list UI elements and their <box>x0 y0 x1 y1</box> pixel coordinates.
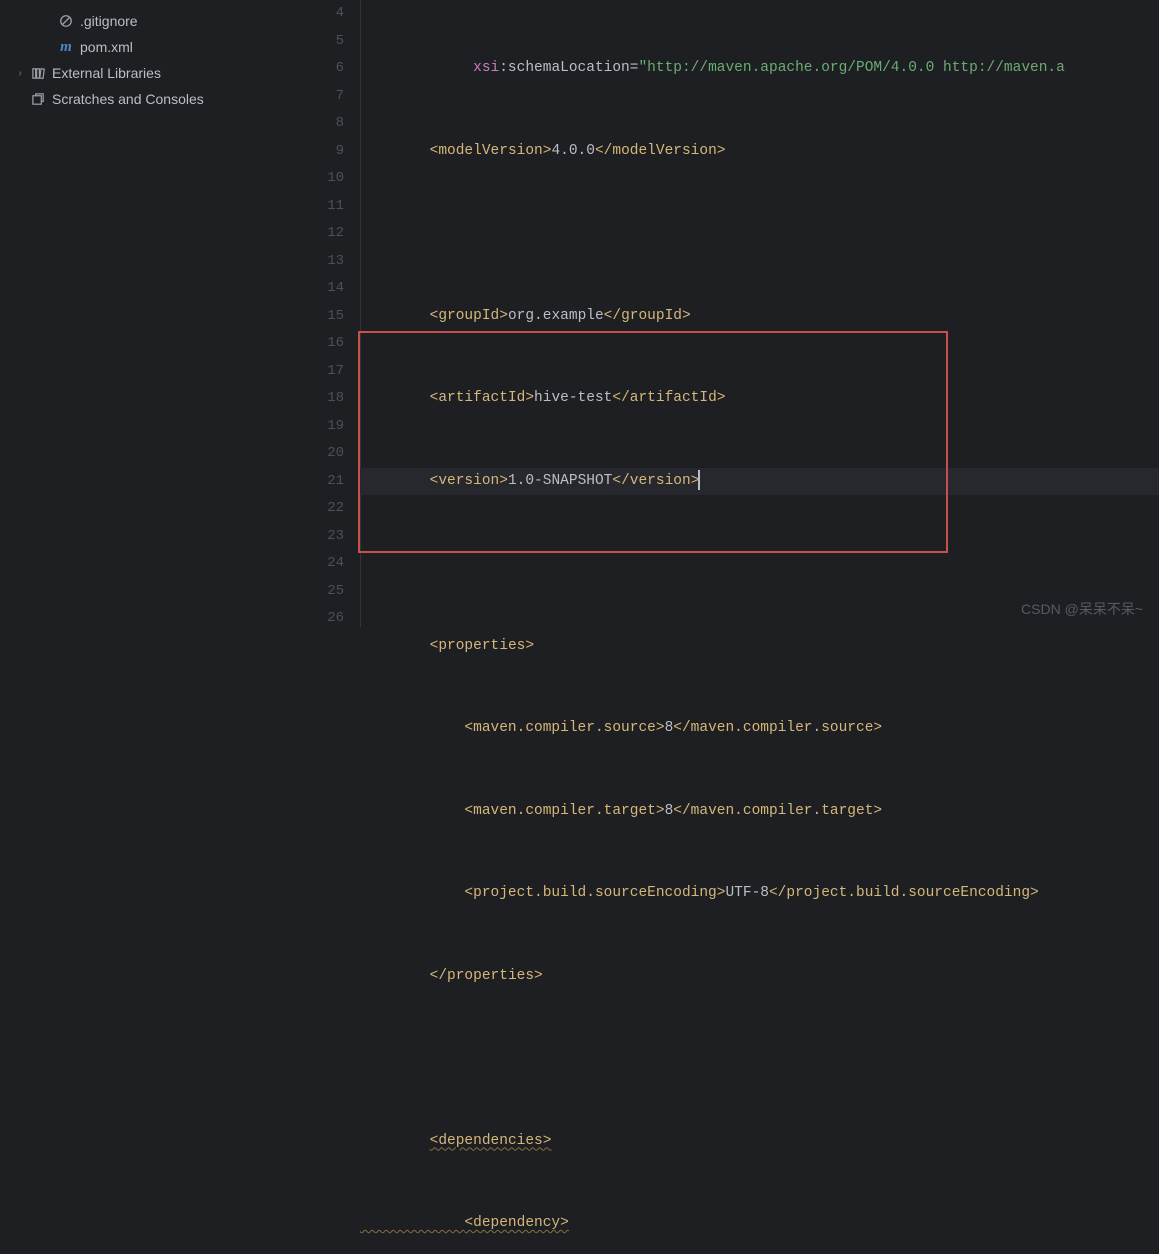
code-line-12: <maven.compiler.source>8</maven.compiler… <box>360 715 1159 743</box>
line-number: 9 <box>300 138 344 166</box>
code-line-10 <box>360 550 1159 578</box>
chevron-right-icon: › <box>12 68 28 79</box>
code-line-14: <project.build.sourceEncoding>UTF-8</pro… <box>360 880 1159 908</box>
code-line-4: xsi:schemaLocation="http://maven.apache.… <box>360 55 1159 83</box>
gitignore-icon <box>56 14 76 28</box>
tree-item-scratches[interactable]: Scratches and Consoles <box>0 86 300 112</box>
tree-label: External Libraries <box>52 65 161 81</box>
scratches-icon <box>28 92 48 107</box>
line-number: 14 <box>300 275 344 303</box>
code-line-11: <properties> <box>360 633 1159 661</box>
line-number: 26 <box>300 605 344 633</box>
line-number: 5 <box>300 28 344 56</box>
line-number: 23 <box>300 523 344 551</box>
tree-item-pom[interactable]: m pom.xml <box>0 34 300 60</box>
line-number: 17 <box>300 358 344 386</box>
line-number: 12 <box>300 220 344 248</box>
line-number: 11 <box>300 193 344 221</box>
project-sidebar: .gitignore m pom.xml › External Librarie… <box>0 0 300 627</box>
line-number: 15 <box>300 303 344 331</box>
line-number: 10 <box>300 165 344 193</box>
tree-item-external-libraries[interactable]: › External Libraries <box>0 60 300 86</box>
code-line-15: </properties> <box>360 963 1159 991</box>
code-line-7: <groupId>org.example</groupId> <box>360 303 1159 331</box>
code-area[interactable]: xsi:schemaLocation="http://maven.apache.… <box>360 0 1159 627</box>
line-number: 22 <box>300 495 344 523</box>
code-line-5: <modelVersion>4.0.0</modelVersion> <box>360 138 1159 166</box>
code-line-18: <dependency> <box>360 1210 1159 1238</box>
code-line-16 <box>360 1045 1159 1073</box>
line-number: 8 <box>300 110 344 138</box>
line-number: 6 <box>300 55 344 83</box>
line-number: 7 <box>300 83 344 111</box>
line-number: 20 <box>300 440 344 468</box>
line-number: 16 <box>300 330 344 358</box>
tree-item-gitignore[interactable]: .gitignore <box>0 8 300 34</box>
line-number: 18 <box>300 385 344 413</box>
gutter: 4 5 6 7 8 9 10 11 12 13 14 15 16 17 18 1… <box>300 0 360 627</box>
line-number: 25 <box>300 578 344 606</box>
line-number: 19 <box>300 413 344 441</box>
tree-label: Scratches and Consoles <box>52 91 204 107</box>
code-line-8: <artifactId>hive-test</artifactId> <box>360 385 1159 413</box>
line-number: 24 <box>300 550 344 578</box>
library-icon <box>28 66 48 81</box>
maven-icon: m <box>56 39 76 56</box>
code-editor[interactable]: 4 5 6 7 8 9 10 11 12 13 14 15 16 17 18 1… <box>300 0 1159 627</box>
code-line-6 <box>360 220 1159 248</box>
line-number: 4 <box>300 0 344 28</box>
code-line-13: <maven.compiler.target>8</maven.compiler… <box>360 798 1159 826</box>
tree-label: .gitignore <box>80 13 138 29</box>
line-number: 13 <box>300 248 344 276</box>
watermark: CSDN @呆呆不呆~ <box>1021 599 1143 619</box>
code-line-17: <dependencies> <box>360 1128 1159 1156</box>
line-number: 21 <box>300 468 344 496</box>
annotation-box <box>358 331 948 553</box>
text-caret <box>698 470 700 490</box>
tree-label: pom.xml <box>80 39 133 55</box>
code-line-9: <version>1.0-SNAPSHOT</version> <box>360 468 1159 496</box>
